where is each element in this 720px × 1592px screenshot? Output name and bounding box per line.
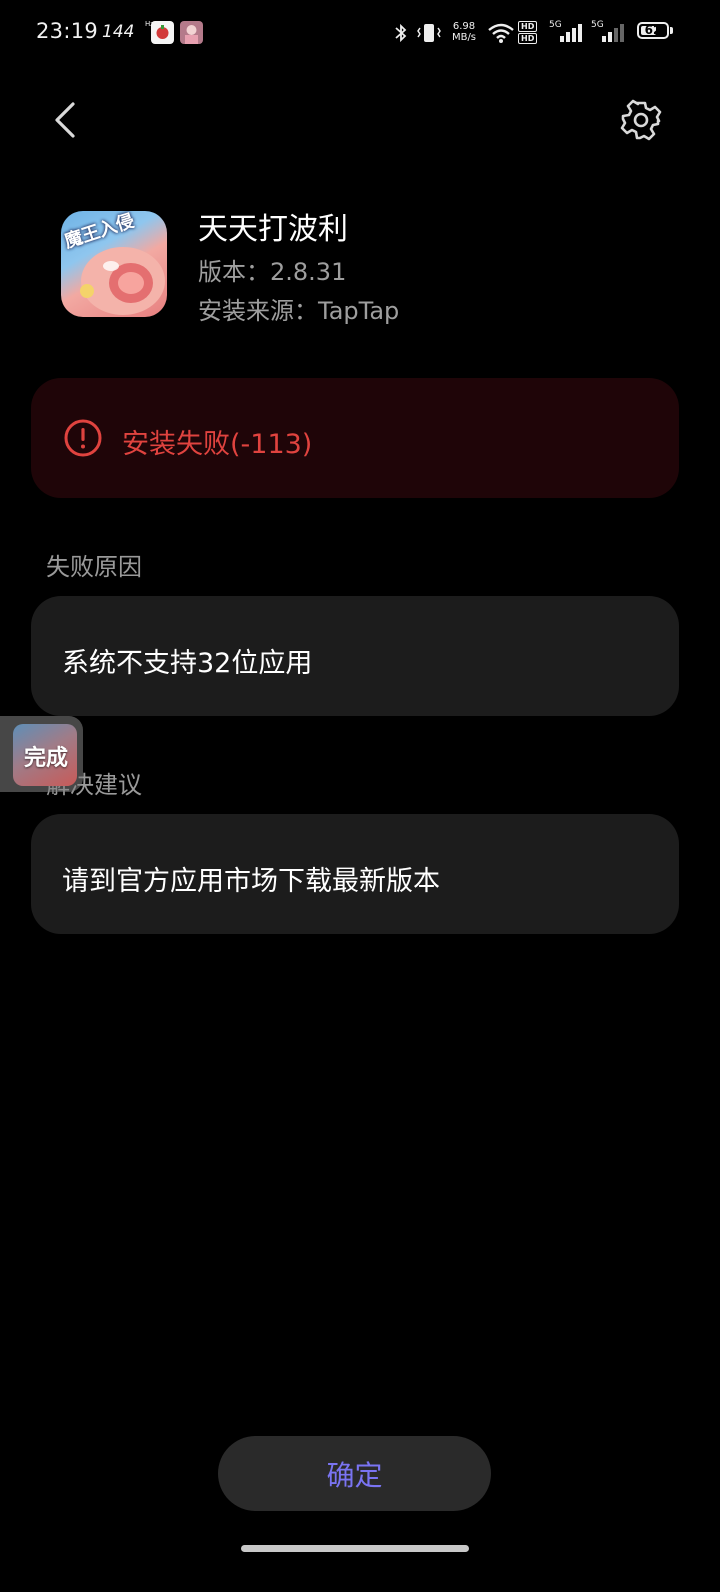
network-speed: 6.98 MB/s <box>449 21 479 43</box>
gear-icon <box>620 99 662 141</box>
source-label: 安装来源： <box>198 297 318 325</box>
battery-icon: 62 <box>637 22 669 39</box>
version-label: 版本： <box>198 258 270 286</box>
hd-label-1: HD <box>518 21 538 32</box>
refresh-rate: 144 <box>102 22 135 42</box>
app-name: 天天打波利 <box>198 212 348 247</box>
wifi-icon <box>488 23 514 43</box>
battery-tip <box>670 27 673 34</box>
home-indicator[interactable] <box>241 1545 469 1552</box>
notification-avatar-icon <box>180 21 203 44</box>
settings-button[interactable] <box>612 91 670 149</box>
status-time: 23:19 <box>36 19 99 43</box>
net-speed-unit: MB/s <box>451 32 477 43</box>
floating-chip-label[interactable]: 完成 <box>24 740 68 772</box>
signal-icon <box>602 24 624 42</box>
back-button[interactable] <box>40 92 96 148</box>
hd-label-2: HD <box>518 33 538 44</box>
exclamation-circle-icon <box>64 419 102 457</box>
suggestion-text: 请到官方应用市场下载最新版本 <box>62 866 440 897</box>
app-version-row: 版本：2.8.31 <box>198 252 346 287</box>
failure-reason-text: 系统不支持32位应用 <box>62 648 313 679</box>
failure-reason-label: 失败原因 <box>46 553 142 581</box>
hd-voice-icon: HD HD <box>518 21 538 44</box>
confirm-button[interactable]: 确定 <box>218 1436 491 1511</box>
notification-app-icon <box>151 21 174 44</box>
net-speed-value: 6.98 <box>452 21 476 32</box>
source-value: TapTap <box>318 297 400 325</box>
install-error-message: 安装失败(-113) <box>122 429 313 460</box>
bluetooth-icon <box>395 23 407 43</box>
chevron-left-icon <box>55 102 75 138</box>
status-bar: 23:19 144 Hz 6.98 MB/s HD HD 5G 5G 62 <box>0 0 720 66</box>
app-source-row: 安装来源：TapTap <box>198 291 399 326</box>
vibrate-icon <box>417 24 441 42</box>
version-value: 2.8.31 <box>270 258 347 286</box>
app-icon: 魔王入侵 <box>61 211 167 317</box>
battery-level: 62 <box>644 23 662 37</box>
signal-icon <box>560 24 582 42</box>
